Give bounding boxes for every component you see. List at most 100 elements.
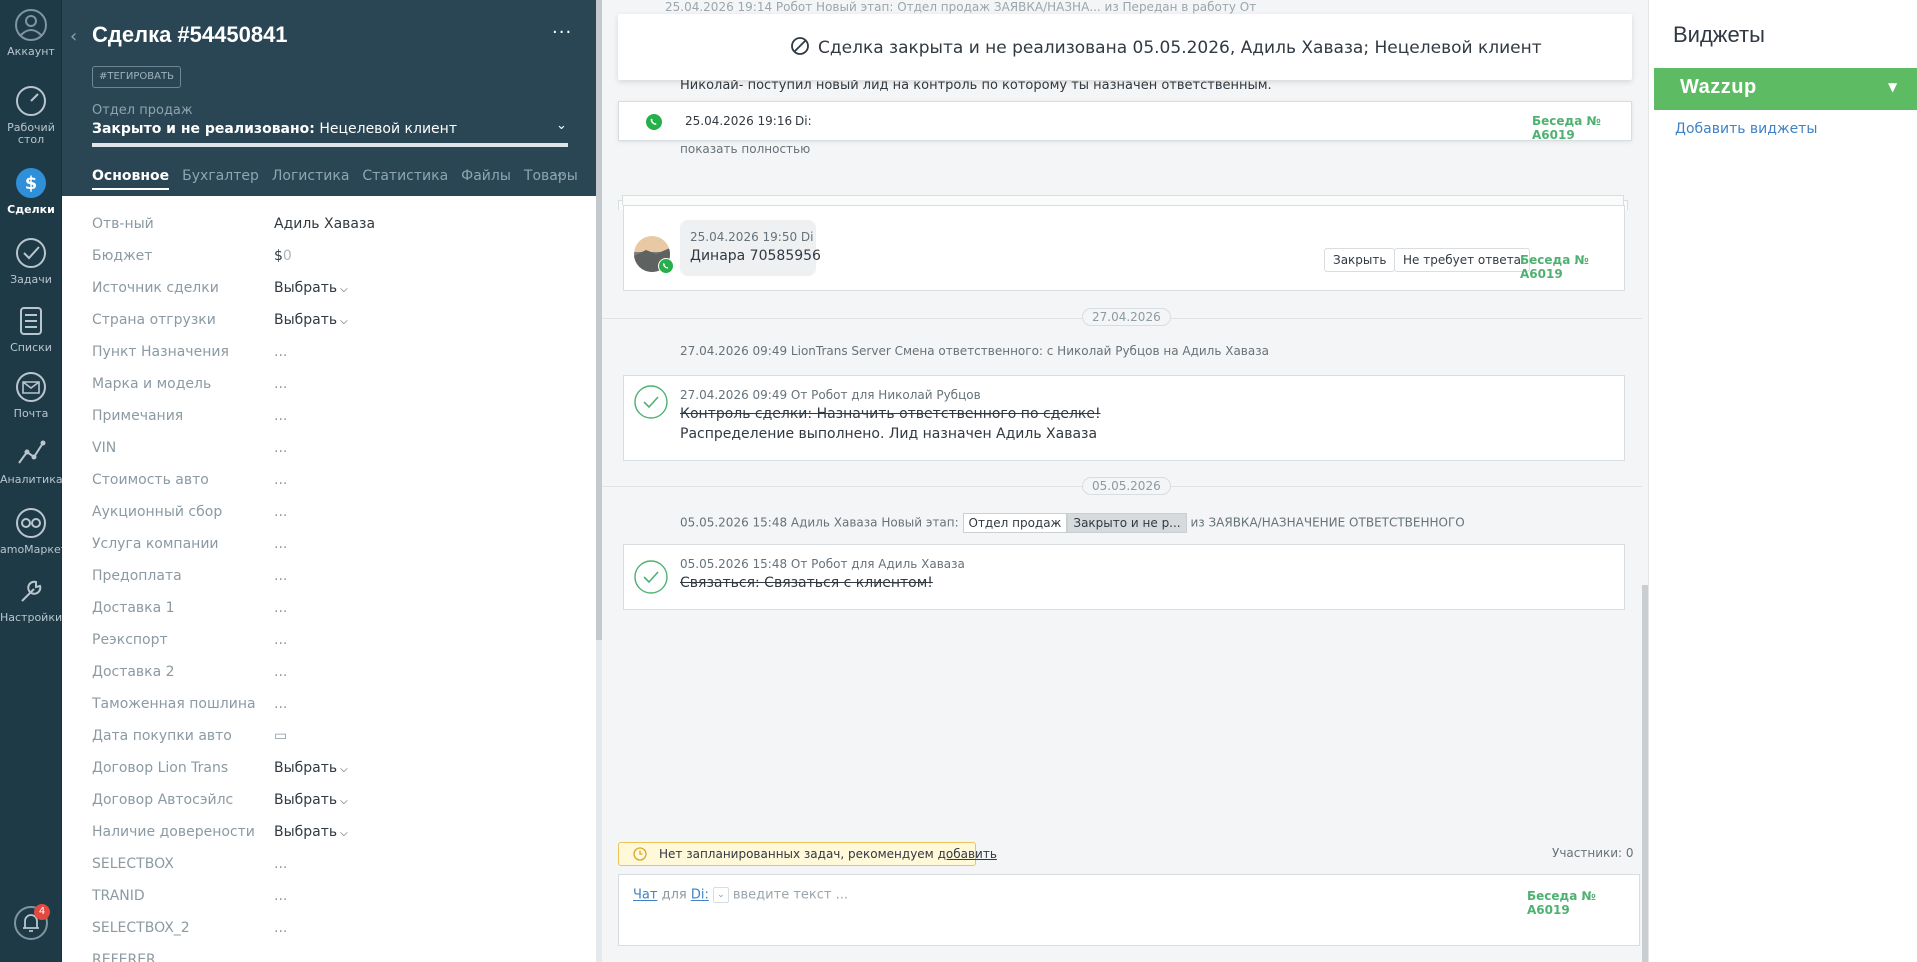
nav-deals[interactable]: $ Сделки [0, 166, 62, 216]
add-widgets-link[interactable]: Добавить виджеты [1675, 121, 1817, 137]
tab-files[interactable]: Файлы [461, 168, 511, 184]
nav-analytics[interactable]: Аналитика [0, 436, 63, 486]
field-row: Стоимость авто... [92, 472, 572, 494]
deals-icon: $ [16, 168, 46, 198]
tag-button[interactable]: #ТЕГИРОВАТЬ [92, 66, 181, 88]
deal-feed: 25.04.2026 19:14 Робот Новый этап: Отдел… [602, 0, 1648, 962]
chat-number-link[interactable]: Беседа № A6019 [1527, 889, 1639, 917]
chat-message-input[interactable]: введите текст ... [733, 888, 848, 903]
chat-composer[interactable]: Чат для Di: ⌄ введите текст ... Беседа № A… [618, 874, 1640, 946]
settings-icon [21, 580, 42, 602]
pipeline-stage-select[interactable]: Закрыто и не реализовано: Нецелевой клие… [92, 121, 457, 137]
field-row: Отв-ный Адиль Хаваза [92, 216, 572, 238]
nav-dashboard[interactable]: Рабочий стол [0, 84, 62, 146]
dashboard-icon [16, 86, 46, 116]
field-row: Реэкспорт... [92, 632, 572, 654]
field-label: Пункт Назначения [92, 344, 229, 360]
no-reply-needed-button[interactable]: Не требует ответа [1394, 248, 1531, 272]
field-value[interactable]: ... [274, 696, 287, 712]
field-value-text: Выбрать [274, 312, 338, 328]
field-value[interactable]: ... [274, 664, 287, 680]
field-select[interactable]: Выбрать ⌵ [274, 312, 348, 328]
field-value[interactable]: ... [274, 568, 287, 584]
more-menu-icon[interactable]: ··· [552, 22, 572, 43]
event-stage-suffix: из ЗАЯВКА/НАЗНАЧЕНИЕ ОТВЕТСТВЕННОГО [1190, 515, 1465, 530]
participants-count[interactable]: Участники: 0 [1552, 846, 1634, 860]
field-value[interactable]: ... [274, 472, 287, 488]
wazzup-widget[interactable]: Wazzup ▼ [1654, 68, 1917, 110]
back-chevron-icon[interactable]: ‹ [70, 26, 77, 47]
field-value[interactable]: ... [274, 632, 287, 648]
nav-account[interactable]: Аккаунт [0, 8, 62, 58]
event-responsible-change: 27.04.2026 09:49 LionTrans Server Смена … [680, 344, 1269, 358]
field-select[interactable]: Выбрать ⌵ [274, 792, 348, 808]
tab-accounting[interactable]: Бухгалтер [182, 168, 259, 184]
nav-lists[interactable]: Списки [0, 304, 62, 354]
chevron-down-icon: ⌵ [340, 828, 348, 839]
deal-title[interactable]: Сделка #54450841 [92, 22, 288, 48]
no-tasks-message: Нет запланированных задач, рекомендуем [659, 847, 938, 861]
field-label: Марка и модель [92, 376, 212, 392]
field-row: REFERER [92, 952, 572, 962]
field-value[interactable]: ... [274, 344, 287, 360]
deal-tabs: Основное Бухгалтер Логистика Статистика Файл… [92, 168, 591, 190]
chat-recipient-link[interactable]: Di: [691, 888, 709, 903]
nav-dashboard-label: Рабочий стол [7, 121, 55, 146]
chevron-down-icon[interactable]: ▼ [1888, 80, 1897, 94]
nav-market[interactable]: amoМаркет [0, 506, 67, 556]
field-label: Договор Автосэйлс [92, 792, 234, 808]
event-stage-change-partial: 25.04.2026 19:14 Робот Новый этап: Отдел… [665, 0, 1257, 14]
field-label: Доставка 2 [92, 664, 175, 680]
tab-logistics[interactable]: Логистика [272, 168, 350, 184]
field-select[interactable]: Выбрать ⌵ [274, 824, 348, 840]
whatsapp-chat-bar[interactable]: 25.04.2026 19:16 Di: Беседа № A6019 [618, 101, 1632, 142]
check-circle-icon [634, 385, 668, 419]
robot-message-text: Николай- поступил новый лид на контроль … [680, 78, 1272, 93]
field-row: VIN... [92, 440, 572, 462]
nav-mail[interactable]: Почта [0, 370, 62, 420]
field-value[interactable]: ... [274, 600, 287, 616]
incoming-message-card: 25.04.2026 19:50 Di Динара 70585956 Закр… [623, 205, 1625, 291]
message-meta: 25.04.2026 19:50 Di [690, 230, 814, 244]
field-value[interactable]: Адиль Хаваза [274, 216, 375, 232]
field-value-text: ... [274, 568, 288, 584]
chat-number-link[interactable]: Беседа № A6019 [1520, 253, 1624, 281]
nav-settings[interactable]: Настройки [0, 574, 62, 624]
field-select[interactable]: Выбрать ⌵ [274, 760, 348, 776]
task-card-completed: 05.05.2026 15:48 От Робот для Адиль Хава… [623, 544, 1625, 610]
field-value[interactable]: ... [274, 536, 287, 552]
field-value[interactable]: $0 [274, 248, 292, 264]
field-row: Договор Автосэйлс Выбрать ⌵ [92, 792, 572, 814]
field-value[interactable]: ... [274, 856, 287, 872]
widgets-title: Виджеты [1673, 22, 1765, 47]
tab-products[interactable]: Товары [524, 168, 578, 184]
field-value-text: ... [274, 600, 288, 616]
blocked-icon [791, 37, 809, 55]
field-value[interactable]: ▭ [274, 728, 287, 744]
tabs-more-icon[interactable]: ··· [552, 168, 565, 184]
field-value[interactable]: ... [274, 376, 287, 392]
field-label: Примечания [92, 408, 184, 424]
tab-statistics[interactable]: Статистика [362, 168, 448, 184]
field-value[interactable]: ... [274, 504, 287, 520]
tab-main[interactable]: Основное [92, 168, 170, 190]
market-icon [16, 508, 46, 538]
chat-type-link[interactable]: Чат [633, 888, 657, 903]
chevron-down-icon[interactable]: ⌄ [556, 118, 567, 133]
field-select[interactable]: Выбрать ⌵ [274, 280, 348, 296]
nav-tasks[interactable]: Задачи [0, 236, 62, 286]
close-conversation-button[interactable]: Закрыть [1324, 248, 1396, 272]
chat-number-link[interactable]: Беседа № A6019 [1532, 114, 1631, 142]
field-value-text: Выбрать [274, 792, 338, 808]
add-task-link[interactable]: добавить [938, 847, 997, 861]
field-value[interactable]: ... [274, 440, 287, 456]
field-value[interactable]: ... [274, 888, 287, 904]
field-label: SELECTBOX_2 [92, 920, 190, 936]
mail-icon [16, 372, 46, 402]
field-value[interactable]: ... [274, 920, 287, 936]
show-full-link[interactable]: показать полностью [680, 142, 810, 156]
chevron-down-icon[interactable]: ⌄ [712, 887, 729, 903]
field-value-text: ... [274, 632, 288, 648]
nav-tasks-label: Задачи [10, 273, 52, 286]
field-value[interactable]: ... [274, 408, 287, 424]
